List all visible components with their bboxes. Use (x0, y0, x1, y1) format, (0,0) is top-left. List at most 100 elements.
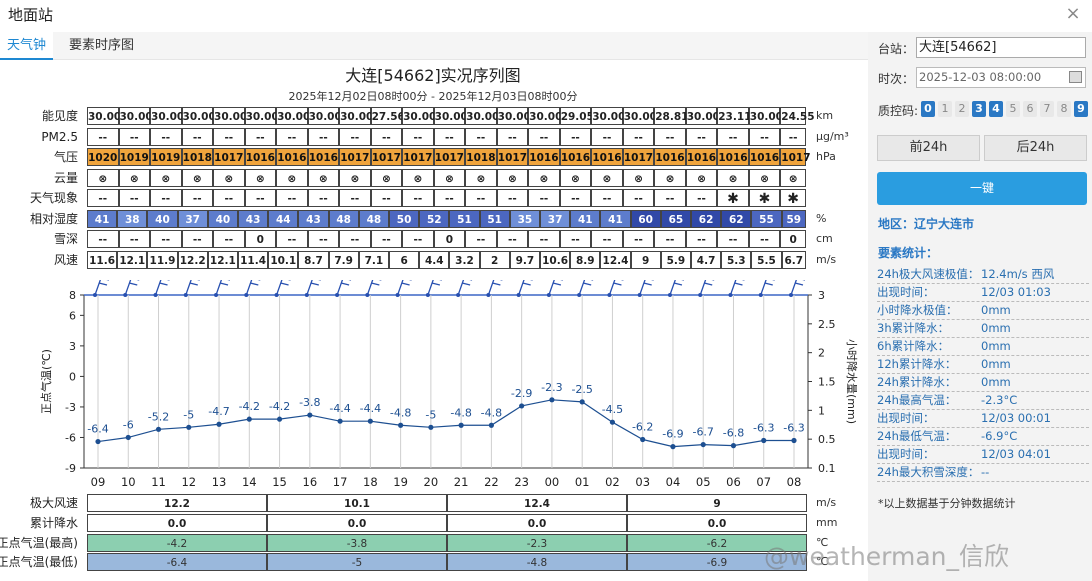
table-cell: 1016 (276, 148, 308, 166)
x-tick-label: 05 (696, 475, 711, 489)
tab-weather-clock[interactable]: 天气钟 (0, 32, 54, 60)
wind-barb-flag (159, 282, 168, 286)
table-cell: 30.00 (748, 107, 783, 125)
x-tick-label: 23 (514, 475, 529, 489)
y-axis-title: 正点气温(℃) (39, 349, 53, 414)
summary-cell: 0.0 (627, 513, 807, 532)
table-cell: 37 (177, 209, 208, 228)
wind-barb (729, 280, 737, 296)
temperature-line (97, 399, 794, 448)
row-label: 能见度 (41, 109, 78, 123)
table-cell: ⊗ (559, 168, 592, 187)
temperature-label: -6.4 (87, 423, 108, 436)
stat-row: 12h累计降水： 0mm (877, 356, 1089, 374)
temperature-point (609, 419, 616, 425)
table-cell: 30.00 (402, 107, 436, 125)
table-cell: 0 (780, 230, 806, 248)
table-cell: 1017 (213, 148, 245, 166)
table-cell: 38 (117, 209, 148, 228)
table-cell: 1019 (118, 148, 150, 166)
table-cell: 1016 (591, 148, 623, 166)
stat-value: 0mm (981, 357, 1011, 371)
table-cell: -- (591, 189, 623, 207)
wind-barb-flag (219, 282, 229, 286)
summary-row-label: 累计降水 (29, 515, 78, 530)
query-button[interactable]: 一键 (877, 172, 1087, 205)
wind-barb-flag (704, 282, 713, 286)
temperature-point (337, 418, 343, 424)
wind-barb-dot (93, 293, 97, 297)
row-label: 风速 (53, 252, 78, 267)
table-cell: -- (87, 127, 119, 146)
time-input[interactable]: 2025-12-03 08:00:00 (916, 67, 1086, 88)
station-input[interactable]: 大连[54662] (916, 37, 1086, 58)
temperature-point (549, 397, 555, 403)
table-cell: -- (244, 127, 277, 146)
qc-code-toggle[interactable]: 4 (989, 101, 1003, 117)
table-cell: ⊗ (591, 168, 623, 187)
wind-barb (366, 280, 374, 296)
table-cell: ⊗ (181, 168, 214, 187)
prev-24h-button[interactable]: 前24h (877, 135, 980, 161)
qc-code-toggle[interactable]: 3 (972, 101, 986, 117)
summary-cell: 12.2 (87, 494, 267, 512)
table-cell: 30.00 (150, 107, 184, 125)
temperature-label: -5 (425, 408, 436, 421)
table-cell: ⊗ (213, 168, 245, 187)
qc-code-toggle[interactable]: 2 (955, 101, 969, 117)
table-cell: 40 (147, 209, 178, 228)
stat-value: 12.4m/s 西风 (981, 267, 1055, 281)
table-cell: 24.55 (780, 107, 815, 125)
table-cell: -- (118, 230, 150, 248)
table-cell: 1016 (654, 148, 686, 166)
table-cell: -- (654, 189, 686, 207)
temperature-point (428, 424, 434, 430)
qc-code-toggle[interactable]: 1 (938, 101, 952, 117)
table-cell: 1016 (307, 148, 340, 166)
temperature-label: -6.3 (783, 422, 804, 435)
table-cell: -- (465, 230, 497, 248)
qc-code-toggle[interactable]: 5 (1006, 101, 1020, 117)
table-cell: 11.9 (147, 250, 178, 269)
wind-barb-dot (123, 293, 128, 297)
table-cell: -- (622, 230, 655, 248)
qc-label: 质控码: (878, 104, 919, 118)
table-cell: 1017 (496, 148, 529, 166)
temperature-label: -4.2 (239, 400, 260, 413)
temperature-label: -6.2 (632, 421, 653, 434)
temperature-point (155, 426, 162, 432)
table-cell: 41 (87, 209, 118, 228)
summary-cell: -5 (267, 553, 447, 572)
qc-code-toggle[interactable]: 6 (1023, 101, 1037, 117)
x-tick-label: 02 (605, 475, 620, 489)
table-cell: -- (339, 189, 371, 207)
qc-code-toggle[interactable]: 0 (921, 101, 935, 117)
qc-code-toggle[interactable]: 9 (1074, 101, 1088, 117)
stat-value: 12/03 00:01 (981, 411, 1051, 425)
qc-code-toggle[interactable]: 8 (1057, 101, 1071, 117)
table-cell: 55 (751, 209, 782, 228)
temperature-label: -6.9 (662, 428, 683, 441)
x-tick-label: 03 (635, 475, 650, 489)
calendar-icon[interactable] (1069, 71, 1082, 83)
table-cell: 12.2 (177, 250, 208, 269)
temperature-label: -2.3 (541, 381, 562, 394)
wind-barb (215, 280, 223, 296)
table-cell: 43 (298, 209, 329, 228)
temperature-point (640, 436, 646, 443)
stat-key: 24h最高气温： (877, 393, 957, 407)
x-tick-label: 21 (454, 475, 469, 489)
close-icon[interactable]: × (1062, 3, 1084, 25)
qc-code-toggle[interactable]: 7 (1040, 101, 1054, 117)
table-cell: 30.00 (118, 107, 153, 125)
next-24h-button[interactable]: 后24h (984, 135, 1087, 161)
temperature-label: -4.8 (450, 406, 471, 419)
wind-barb-dot (667, 293, 672, 297)
stat-value: -2.3°C (981, 393, 1018, 407)
tab-element-timeseries[interactable]: 要素时序图 (62, 32, 141, 60)
stat-key: 出现时间： (877, 447, 935, 461)
table-cell: -- (433, 127, 466, 146)
y2-tick-label: 2.5 (818, 318, 836, 331)
y2-axis-title: 小时降水量(mm) (845, 339, 859, 424)
table-cell: ⊗ (118, 168, 150, 187)
